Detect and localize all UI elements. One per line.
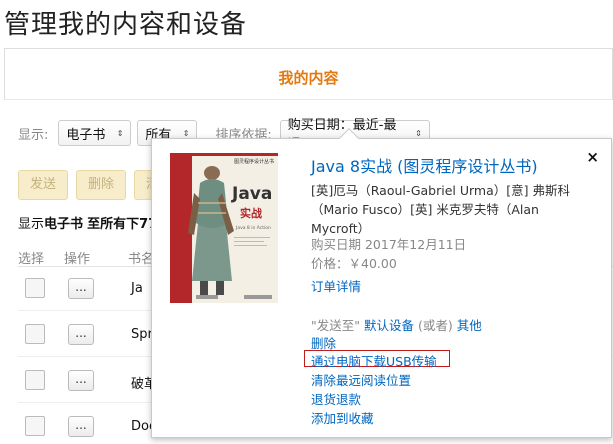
content-type-select[interactable]: 电子书 ⇕ [58,120,132,146]
row-checkbox[interactable] [25,416,45,436]
row-actions-button[interactable]: ... [68,278,94,299]
tab-my-content[interactable]: 我的内容 [5,67,612,88]
row-actions-button[interactable]: ... [68,416,94,437]
usb-download-link[interactable]: 通过电脑下载USB传输 [311,351,437,370]
popover-authors: [英]厄马（Raoul-Gabriel Urma）[意] 弗斯科（Mario F… [311,183,570,236]
content-type-value: 电子书 [66,127,106,143]
page-title: 管理我的内容和设备 [4,10,248,40]
popover-price: 价格：￥40.00 [311,256,397,271]
count-type: 电子书 [44,217,84,232]
send-to-or: (或者) [417,318,453,333]
cover-subtitle-text: 实战 [240,206,262,220]
row-title[interactable]: Spr [131,327,153,342]
order-details-link[interactable]: 订单详情 [311,276,361,295]
row-checkbox[interactable] [25,278,45,298]
cover-title-text: Java 8 [231,184,278,204]
count-prefix: 显示 [18,217,45,232]
send-to-row: "发送至" 默认设备 (或者) 其他 [311,315,482,334]
col-select-header: 选择 [18,252,45,267]
send-to-prefix: "发送至" [311,318,360,333]
row-title[interactable]: Ja [131,281,143,296]
tab-divider [5,99,612,100]
select-arrows-icon: ⇕ [415,128,422,138]
default-device-link[interactable]: 默认设备 [364,318,414,333]
row-actions-button[interactable]: ... [68,324,94,345]
col-action-header: 操作 [64,252,91,267]
select-arrows-icon: ⇕ [116,128,124,138]
other-device-link[interactable]: 其他 [457,318,482,333]
popover-purchase-date: 购买日期 2017年12月11日 [311,237,467,252]
book-cover[interactable]: 图灵程序设计丛书 Java 8 实战 Java 8 in Action [170,153,278,303]
delete-button[interactable]: 删除 [76,170,127,200]
clear-position-link[interactable]: 清除最远阅读位置 [311,370,411,389]
book-details-popover: × 图灵程序设计丛书 Java 8 实战 Java 8 in Action [151,128,612,438]
tab-strip: 我的内容 [4,48,613,100]
row-actions-button[interactable]: ... [68,370,94,391]
count-line: 显示电子书 至所有下77 [18,213,157,232]
send-button[interactable]: 发送 [18,170,69,200]
select-arrows-icon: ⇕ [182,128,190,138]
close-icon[interactable]: × [586,148,599,166]
row-checkbox[interactable] [25,324,45,344]
cover-top-text: 图灵程序设计丛书 [234,158,274,165]
cover-en-text: Java 8 in Action [235,225,271,231]
book-cover-image: 图灵程序设计丛书 Java 8 实战 Java 8 in Action [170,153,278,303]
refund-link[interactable]: 退货退款 [311,389,361,408]
popover-book-title[interactable]: Java 8实战 (图灵程序设计丛书) [311,153,538,177]
add-to-favorites-link[interactable]: 添加到收藏 [311,408,374,427]
show-label: 显示: [18,127,49,143]
row-checkbox[interactable] [25,370,45,390]
count-middle: 至所有下77 [87,217,158,232]
